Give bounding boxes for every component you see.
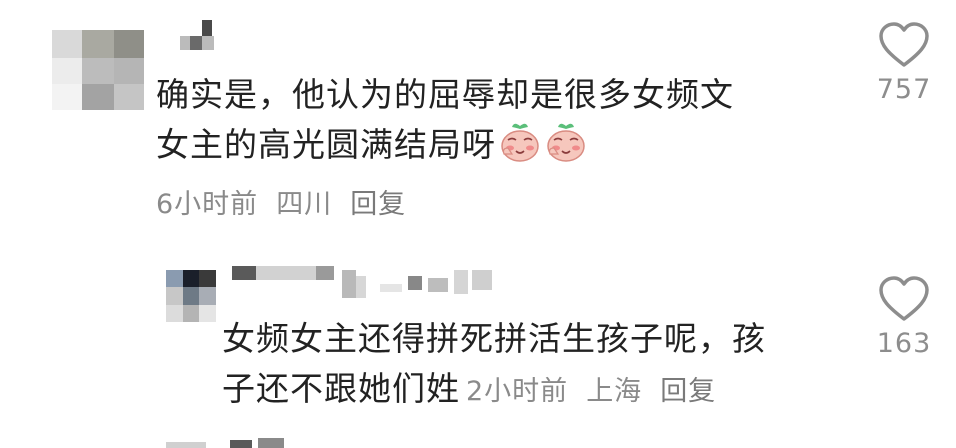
heart-icon[interactable] <box>878 276 930 322</box>
comment-text: 确实是，他认为的屈辱却是很多女频文 女主的高光圆满结局呀 <box>156 70 734 170</box>
blushing-peach-emoji-icon <box>501 123 539 162</box>
next-comment-avatar-partial <box>166 438 206 448</box>
like-count: 163 <box>876 328 932 359</box>
comment-location: 四川 <box>276 189 333 220</box>
comment-reply-button[interactable]: 回复 <box>350 189 406 220</box>
comment-time: 6小时前 <box>156 189 259 220</box>
reply-text: 女频女主还得拼死拼活生孩子呢，孩 子还不跟她们姓 2小时前 上海 回复 <box>222 314 766 417</box>
reply-like[interactable]: 163 <box>866 276 942 359</box>
comment-like[interactable]: 757 <box>866 22 942 105</box>
reply-time: 2小时前 <box>466 376 569 407</box>
reply-text-line: 子还不跟她们姓 2小时前 上海 回复 <box>222 364 766 417</box>
like-count: 757 <box>876 74 932 105</box>
reply-username[interactable] <box>232 266 502 302</box>
comment-text-line: 女主的高光圆满结局呀 <box>156 120 734 170</box>
next-comment-name-partial <box>230 436 290 448</box>
reply-text-line: 女频女主还得拼死拼活生孩子呢，孩 <box>222 319 766 358</box>
reply-reply-button[interactable]: 回复 <box>660 376 716 407</box>
reply-avatar[interactable] <box>166 270 216 322</box>
heart-icon[interactable] <box>878 22 930 68</box>
comment-text-line: 确实是，他认为的屈辱却是很多女频文 <box>156 75 734 114</box>
avatar[interactable] <box>52 30 144 110</box>
reply-meta: 2小时前 上海 回复 <box>466 376 734 407</box>
reply-location: 上海 <box>586 376 643 407</box>
blushing-peach-emoji-icon <box>547 123 585 162</box>
comment-meta: 6小时前 四川 回复 <box>156 182 424 221</box>
username[interactable] <box>180 20 220 50</box>
